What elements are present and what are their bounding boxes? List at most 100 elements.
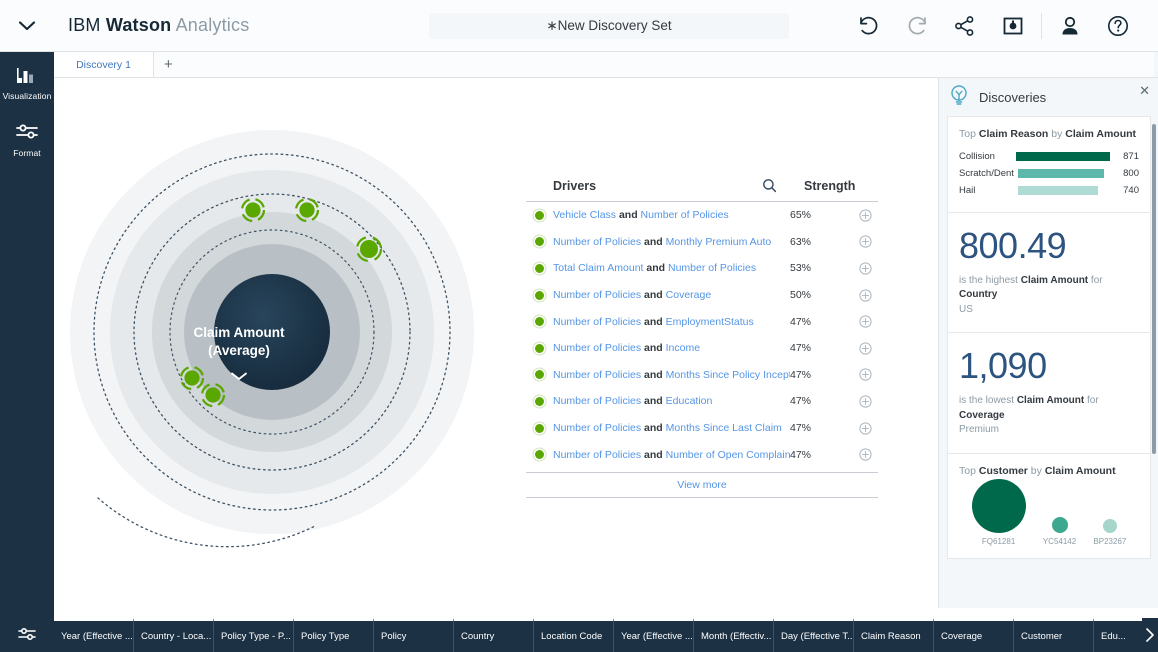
field-chip[interactable]: Year (Effective ...	[54, 618, 134, 652]
tab-discovery-1[interactable]: Discovery 1	[54, 52, 154, 77]
driver-name[interactable]: Number of Policies and Number of Open Co…	[553, 449, 790, 461]
plus-circle-icon[interactable]	[852, 315, 878, 328]
brand-title: IBM Watson Analytics	[68, 15, 249, 36]
field-chip[interactable]: Policy	[374, 618, 454, 652]
plus-circle-icon[interactable]	[852, 342, 878, 355]
discoveries-scrollbar[interactable]	[1152, 124, 1156, 454]
bar-chart-icon	[0, 62, 54, 88]
share-icon[interactable]	[941, 0, 989, 51]
bar-category-label: Collision	[959, 151, 1016, 162]
driver-status-dot	[526, 370, 553, 379]
table-row[interactable]: Total Claim Amount and Number of Policie…	[526, 255, 878, 282]
discoveries-panel: Discoveries ✕ Top Claim Reason by Claim …	[938, 78, 1158, 608]
field-chip[interactable]: Edu...	[1094, 618, 1142, 652]
caption-dimension: Country	[959, 289, 997, 300]
top-customer-bubble-chart: FQ61281YC54142BP23267	[959, 486, 1139, 546]
field-chip[interactable]: Month (Effectiv...	[694, 618, 774, 652]
field-chip[interactable]: Customer	[1014, 618, 1094, 652]
table-row[interactable]: Number of Policies and Education47%	[526, 388, 878, 415]
plus-circle-icon[interactable]	[852, 368, 878, 381]
plus-circle-icon[interactable]	[852, 448, 878, 461]
field-settings-icon[interactable]	[0, 618, 54, 652]
driver-status-dot	[526, 317, 553, 326]
field-chip[interactable]: Day (Effective T...	[774, 618, 854, 652]
field-chip[interactable]: Country - Loca...	[134, 618, 214, 652]
field-chip[interactable]: Policy Type	[294, 618, 374, 652]
left-rail: Visualization Format	[0, 52, 54, 652]
redo-icon[interactable]	[893, 0, 941, 51]
stat-caption-lowest: is the lowest Claim Amount for CoverageP…	[959, 394, 1139, 438]
drivers-row-list: Vehicle Class and Number of Policies65% N…	[526, 202, 878, 468]
plus-circle-icon[interactable]	[852, 209, 878, 222]
field-chip[interactable]: Claim Reason	[854, 618, 934, 652]
driver-strength: 47%	[790, 449, 852, 461]
title-dimension: Claim Reason	[979, 128, 1048, 140]
toolbar-divider	[1041, 13, 1042, 39]
radial-spiral-chart[interactable]: Claim Amount (Average)	[70, 120, 540, 590]
sidebar-item-format[interactable]: Format	[0, 109, 54, 166]
title-mid: by	[1048, 128, 1065, 140]
close-icon[interactable]: ✕	[1139, 84, 1150, 97]
drivers-table: Drivers Strength Vehicle Class and Numbe…	[526, 170, 878, 498]
driver-name[interactable]: Number of Policies and Months Since Last…	[553, 422, 790, 434]
table-row[interactable]: Number of Policies and Number of Open Co…	[526, 441, 878, 468]
bubble	[1052, 517, 1068, 533]
field-chip[interactable]: Coverage	[934, 618, 1014, 652]
sidebar-label-visualization: Visualization	[0, 91, 54, 101]
bar-track	[1016, 152, 1110, 161]
plus-circle-icon[interactable]	[852, 422, 878, 435]
app-menu-caret[interactable]	[0, 0, 54, 51]
driver-status-dot	[526, 211, 553, 220]
table-row[interactable]: Number of Policies and Months Since Last…	[526, 415, 878, 442]
table-row[interactable]: Number of Policies and Coverage50%	[526, 282, 878, 309]
discovery-card-lowest[interactable]: 1,090 is the lowest Claim Amount for Cov…	[947, 332, 1151, 452]
plus-circle-icon[interactable]	[852, 262, 878, 275]
driver-name[interactable]: Number of Policies and Education	[553, 395, 790, 407]
field-chip[interactable]: Year (Effective ...	[614, 618, 694, 652]
discovery-card-top-customer[interactable]: Top Customer by Claim Amount FQ61281YC54…	[947, 453, 1151, 559]
undo-icon[interactable]	[845, 0, 893, 51]
discovery-card-highest[interactable]: 800.49 is the highest Claim Amount for C…	[947, 212, 1151, 332]
bubble-label: YC54142	[1043, 537, 1076, 546]
bubble	[1103, 519, 1117, 533]
bubble-label: BP23267	[1093, 537, 1126, 546]
driver-name[interactable]: Number of Policies and Monthly Premium A…	[553, 236, 790, 248]
discovery-card-claim-reason[interactable]: Top Claim Reason by Claim Amount Collisi…	[947, 116, 1151, 212]
driver-strength: 63%	[790, 236, 852, 248]
driver-name[interactable]: Number of Policies and Income	[553, 342, 790, 354]
user-icon[interactable]	[1046, 0, 1094, 51]
chevron-right-icon[interactable]	[1142, 618, 1158, 652]
table-row[interactable]: Number of Policies and Income47%	[526, 335, 878, 362]
table-row[interactable]: Number of Policies and EmploymentStatus4…	[526, 308, 878, 335]
caption-mid: for	[1084, 395, 1098, 406]
add-tab-button[interactable]: +	[154, 52, 1154, 77]
table-row[interactable]: Number of Policies and Monthly Premium A…	[526, 229, 878, 256]
driver-name[interactable]: Number of Policies and EmploymentStatus	[553, 316, 790, 328]
discovery-card-title: Top Claim Reason by Claim Amount	[959, 128, 1139, 140]
sidebar-item-visualization[interactable]: Visualization	[0, 52, 54, 109]
driver-name[interactable]: Number of Policies and Months Since Poli…	[553, 369, 790, 381]
table-row[interactable]: Number of Policies and Months Since Poli…	[526, 362, 878, 389]
snapshot-icon[interactable]	[989, 0, 1037, 51]
search-icon[interactable]	[748, 178, 790, 193]
help-icon[interactable]	[1094, 0, 1142, 51]
plus-circle-icon[interactable]	[852, 289, 878, 302]
field-chip[interactable]: Location Code	[534, 618, 614, 652]
driver-name[interactable]: Total Claim Amount and Number of Policie…	[553, 262, 790, 274]
driver-status-dot	[526, 450, 553, 459]
bubble-item: YC54142	[1043, 517, 1076, 546]
discoveries-title: Discoveries	[979, 90, 1046, 105]
view-more-button[interactable]: View more	[526, 472, 878, 498]
table-row[interactable]: Vehicle Class and Number of Policies65%	[526, 202, 878, 229]
bar-chart-row: Scratch/Dent800	[959, 166, 1139, 181]
driver-status-dot	[526, 397, 553, 406]
discoveries-scroll-area: Top Claim Reason by Claim Amount Collisi…	[947, 116, 1151, 602]
field-chip[interactable]: Country	[454, 618, 534, 652]
field-chip[interactable]: Policy Type - P...	[214, 618, 294, 652]
driver-name[interactable]: Vehicle Class and Number of Policies	[553, 209, 790, 221]
document-title[interactable]: ∗New Discovery Set	[429, 13, 789, 39]
plus-circle-icon[interactable]	[852, 235, 878, 248]
driver-strength: 53%	[790, 262, 852, 274]
driver-name[interactable]: Number of Policies and Coverage	[553, 289, 790, 301]
plus-circle-icon[interactable]	[852, 395, 878, 408]
